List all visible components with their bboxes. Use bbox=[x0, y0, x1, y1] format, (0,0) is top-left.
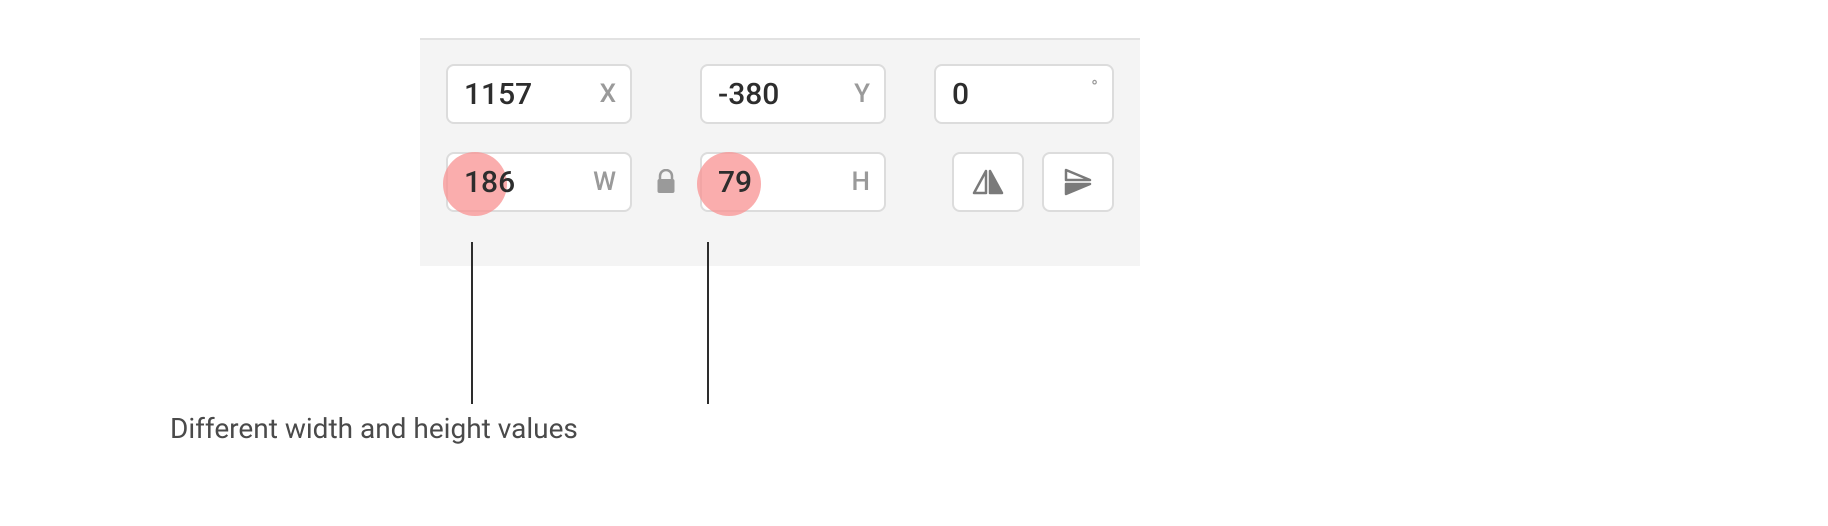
flip-horizontal-icon bbox=[970, 167, 1006, 197]
rotation-value[interactable] bbox=[952, 77, 1083, 112]
width-label: W bbox=[593, 169, 616, 195]
x-label: X bbox=[600, 81, 616, 107]
annotation-caption: Different width and height values bbox=[170, 412, 578, 445]
flip-vertical-icon bbox=[1060, 167, 1096, 197]
y-label: Y bbox=[854, 81, 870, 107]
callout-line-width bbox=[471, 242, 473, 404]
position-row: X Y ° bbox=[446, 64, 1114, 124]
rotation-field[interactable]: ° bbox=[934, 64, 1114, 124]
transform-panel: X Y ° W bbox=[420, 38, 1140, 266]
height-field[interactable]: H bbox=[700, 152, 886, 212]
height-label: H bbox=[852, 169, 870, 195]
x-field[interactable]: X bbox=[446, 64, 632, 124]
degree-label: ° bbox=[1091, 79, 1098, 97]
y-field[interactable]: Y bbox=[700, 64, 886, 124]
flip-horizontal-button[interactable] bbox=[952, 152, 1024, 212]
x-value[interactable] bbox=[464, 77, 592, 112]
size-row: W H bbox=[446, 152, 1114, 212]
flip-vertical-button[interactable] bbox=[1042, 152, 1114, 212]
width-field[interactable]: W bbox=[446, 152, 632, 212]
y-value[interactable] bbox=[718, 77, 846, 112]
lock-aspect-toggle[interactable] bbox=[650, 169, 682, 195]
height-value[interactable] bbox=[718, 165, 844, 200]
callout-line-height bbox=[707, 242, 709, 404]
lock-icon bbox=[655, 169, 677, 195]
width-value[interactable] bbox=[464, 165, 585, 200]
